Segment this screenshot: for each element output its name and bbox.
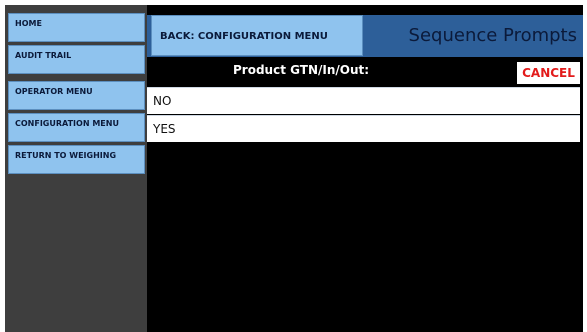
sidebar-item-configuration-menu[interactable]: CONFIGURATION MENU — [8, 113, 145, 142]
cancel-button[interactable]: CANCEL — [517, 62, 580, 84]
prompt-label: Product GTN/In/Out: — [233, 63, 370, 77]
sidebar: HOME AUDIT TRAIL OPERATOR MENU CONFIGURA… — [5, 5, 147, 332]
app-frame: HOME AUDIT TRAIL OPERATOR MENU CONFIGURA… — [5, 5, 583, 332]
sidebar-item-audit-trail[interactable]: AUDIT TRAIL — [8, 45, 145, 74]
prompt-bar: Product GTN/In/Out: CANCEL — [147, 57, 583, 87]
header-bar: BACK: CONFIGURATION MENU Sequence Prompt… — [147, 15, 583, 57]
option-yes[interactable]: YES — [147, 115, 580, 142]
sidebar-item-home[interactable]: HOME — [8, 13, 145, 42]
option-no[interactable]: NO — [147, 87, 580, 114]
sidebar-item-operator-menu[interactable]: OPERATOR MENU — [8, 81, 145, 110]
sidebar-item-return-to-weighing[interactable]: RETURN TO WEIGHING — [8, 145, 145, 174]
back-button[interactable]: BACK: CONFIGURATION MENU — [151, 15, 363, 56]
page-title: Sequence Prompts — [408, 25, 577, 46]
